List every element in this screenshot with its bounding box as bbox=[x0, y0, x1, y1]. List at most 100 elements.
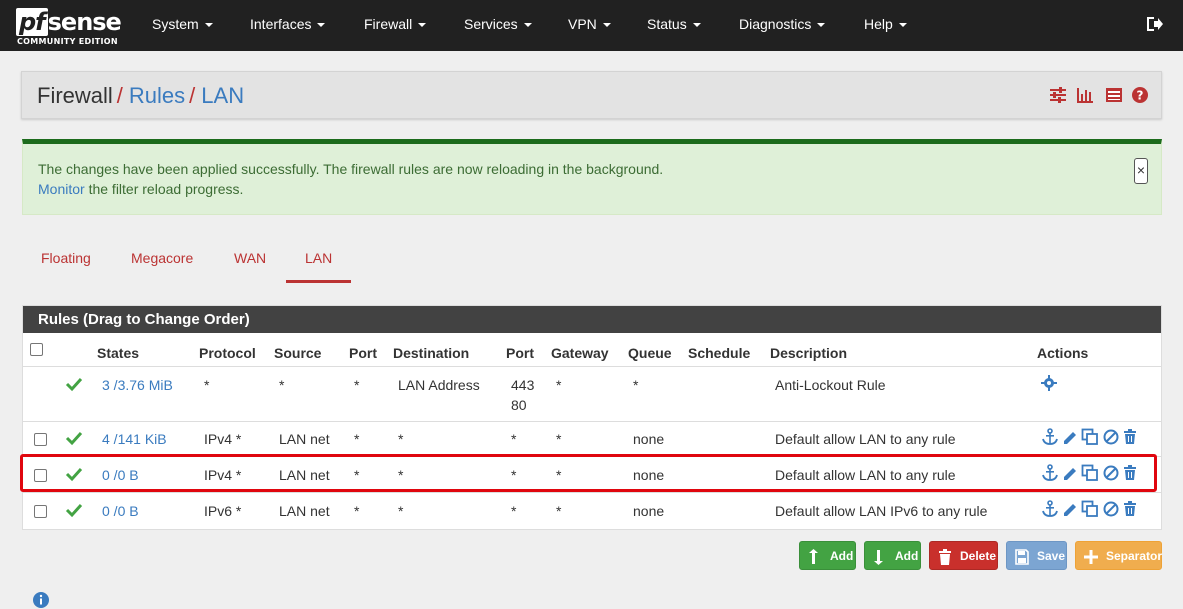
row-divider bbox=[23, 366, 1161, 367]
source-port-cell: * bbox=[354, 503, 360, 519]
source-cell: LAN net bbox=[279, 503, 330, 519]
dest-port-cell: 443 bbox=[511, 377, 535, 393]
alert-message: The changes have been applied successful… bbox=[38, 161, 664, 177]
ban-icon[interactable] bbox=[1102, 500, 1120, 518]
nav-firewall[interactable]: Firewall bbox=[364, 16, 427, 32]
check-icon bbox=[65, 429, 83, 447]
chevron-down-icon bbox=[523, 23, 532, 28]
destination-cell: LAN Address bbox=[398, 377, 480, 393]
logo-wordmark: pf sense bbox=[16, 8, 122, 36]
states-link[interactable]: 3 /3.76 MiB bbox=[102, 377, 173, 393]
nav-vpn[interactable]: VPN bbox=[568, 16, 611, 32]
gateway-cell: * bbox=[556, 377, 562, 393]
tab-megacore[interactable]: Megacore bbox=[131, 250, 193, 266]
queue-cell: * bbox=[633, 377, 639, 393]
breadcrumb-rules[interactable]: Rules bbox=[129, 83, 185, 108]
row-divider bbox=[23, 421, 1161, 422]
trash-icon[interactable] bbox=[1121, 428, 1139, 446]
tab-floating[interactable]: Floating bbox=[41, 250, 91, 266]
col-gateway: Gateway bbox=[551, 345, 609, 361]
svg-text:?: ? bbox=[1137, 89, 1144, 103]
protocol-cell: * bbox=[204, 377, 210, 393]
chevron-down-icon bbox=[317, 23, 326, 28]
queue-cell: none bbox=[633, 503, 665, 519]
gateway-cell: * bbox=[556, 503, 562, 519]
check-icon bbox=[65, 501, 83, 519]
breadcrumb-lan[interactable]: LAN bbox=[201, 83, 244, 108]
tab-lan[interactable]: LAN bbox=[305, 250, 332, 266]
sign-out-icon[interactable] bbox=[1145, 15, 1163, 33]
destination-cell: * bbox=[398, 503, 404, 519]
add-top-button[interactable]: Add bbox=[799, 541, 856, 570]
monitor-link[interactable]: Monitor bbox=[38, 181, 85, 197]
check-icon bbox=[65, 375, 83, 393]
trash-icon[interactable] bbox=[1121, 500, 1139, 518]
logo-edition: COMMUNITY EDITION bbox=[17, 37, 118, 46]
row-divider bbox=[23, 492, 1161, 493]
protocol-cell: IPv4 * bbox=[204, 431, 242, 447]
anchor-icon[interactable] bbox=[1041, 500, 1059, 518]
nav-services[interactable]: Services bbox=[464, 16, 532, 32]
col-states: States bbox=[97, 345, 140, 361]
col-protocol: Protocol bbox=[199, 345, 256, 361]
row-checkbox[interactable] bbox=[34, 505, 47, 518]
copy-icon[interactable] bbox=[1081, 500, 1099, 518]
highlight-box bbox=[20, 454, 1157, 492]
source-cell: * bbox=[279, 377, 285, 393]
protocol-cell: IPv6 * bbox=[204, 503, 242, 519]
add-bottom-button[interactable]: Add bbox=[864, 541, 921, 570]
success-alert: The changes have been applied successful… bbox=[22, 139, 1162, 215]
nav-status[interactable]: Status bbox=[647, 16, 701, 32]
panel-title: Rules (Drag to Change Order) bbox=[23, 306, 1161, 333]
sliders-icon[interactable] bbox=[1049, 86, 1069, 106]
breadcrumb: Firewall / Rules / LAN bbox=[37, 83, 244, 109]
col-schedule: Schedule bbox=[688, 345, 751, 361]
col-source-port: Port bbox=[349, 345, 377, 361]
nav-system[interactable]: System bbox=[152, 16, 213, 32]
chevron-down-icon bbox=[204, 23, 213, 28]
destination-cell: * bbox=[398, 431, 404, 447]
breadcrumb-icons: ? bbox=[1049, 86, 1149, 106]
gear-icon[interactable] bbox=[1041, 375, 1059, 393]
save-button[interactable]: Save bbox=[1006, 541, 1067, 570]
bar-chart-icon[interactable] bbox=[1076, 86, 1096, 106]
nav-help[interactable]: Help bbox=[864, 16, 907, 32]
description-cell: Default allow LAN to any rule bbox=[775, 431, 956, 447]
breadcrumb-panel: Firewall / Rules / LAN ? bbox=[21, 71, 1162, 119]
list-alt-icon[interactable] bbox=[1105, 86, 1125, 106]
ban-icon[interactable] bbox=[1102, 428, 1120, 446]
pencil-icon[interactable] bbox=[1061, 428, 1079, 446]
breadcrumb-separator: / bbox=[189, 83, 196, 108]
close-button[interactable]: × bbox=[1134, 158, 1148, 184]
copy-icon[interactable] bbox=[1081, 428, 1099, 446]
breadcrumb-separator: / bbox=[116, 83, 123, 108]
nav-diagnostics[interactable]: Diagnostics bbox=[739, 16, 826, 32]
top-navbar: pf sense COMMUNITY EDITION System Interfa… bbox=[0, 0, 1183, 51]
dest-port-cell: * bbox=[511, 503, 517, 519]
anchor-icon[interactable] bbox=[1041, 428, 1059, 446]
dest-port-cell: * bbox=[511, 431, 517, 447]
question-circle-icon[interactable]: ? bbox=[1131, 86, 1151, 106]
select-all-checkbox[interactable] bbox=[30, 343, 43, 356]
pencil-icon[interactable] bbox=[1061, 500, 1079, 518]
separator-button[interactable]: Separator bbox=[1075, 541, 1162, 570]
states-link[interactable]: 0 /0 B bbox=[102, 503, 139, 519]
gateway-cell: * bbox=[556, 431, 562, 447]
row-checkbox[interactable] bbox=[34, 433, 47, 446]
source-cell: LAN net bbox=[279, 431, 330, 447]
pfsense-logo[interactable]: pf sense COMMUNITY EDITION bbox=[16, 8, 124, 46]
info-circle-icon[interactable] bbox=[32, 591, 50, 609]
col-destination: Destination bbox=[393, 345, 470, 361]
col-description: Description bbox=[770, 345, 848, 361]
delete-button[interactable]: Delete bbox=[929, 541, 998, 570]
col-queue: Queue bbox=[628, 345, 672, 361]
tab-wan[interactable]: WAN bbox=[234, 250, 266, 266]
dest-port-cell: 80 bbox=[511, 397, 527, 413]
chevron-down-icon bbox=[418, 23, 427, 28]
nav-interfaces[interactable]: Interfaces bbox=[250, 16, 326, 32]
chevron-down-icon bbox=[602, 23, 611, 28]
states-link[interactable]: 4 /141 KiB bbox=[102, 431, 167, 447]
source-port-cell: * bbox=[354, 377, 360, 393]
rules-panel: Rules (Drag to Change Order) States Prot… bbox=[22, 305, 1162, 530]
source-port-cell: * bbox=[354, 431, 360, 447]
